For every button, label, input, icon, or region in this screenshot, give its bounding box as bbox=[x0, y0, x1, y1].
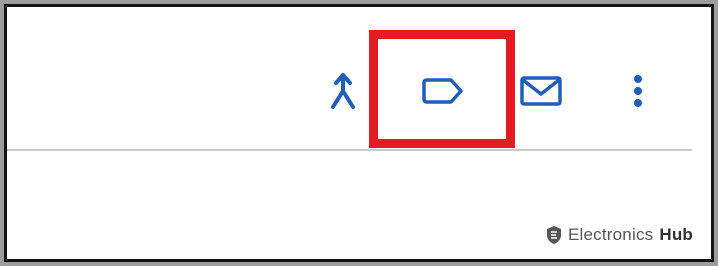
electronics-hub-logo-icon bbox=[547, 226, 561, 244]
toolbar bbox=[7, 7, 711, 149]
toolbar-panel: Electronics Hub bbox=[4, 4, 714, 262]
divider bbox=[7, 149, 692, 151]
watermark: Electronics Hub bbox=[546, 225, 693, 245]
watermark-brand: Electronics bbox=[568, 225, 654, 244]
more-options-button[interactable] bbox=[625, 71, 651, 111]
mail-button[interactable] bbox=[517, 71, 565, 111]
more-vertical-icon bbox=[634, 75, 642, 107]
label-tag-icon bbox=[422, 78, 463, 104]
label-button[interactable] bbox=[415, 73, 471, 109]
watermark-suffix: Hub bbox=[659, 225, 693, 244]
call-merge-icon bbox=[331, 73, 355, 109]
mail-envelope-icon bbox=[520, 76, 562, 106]
merge-button[interactable] bbox=[323, 69, 363, 113]
screenshot-frame: Electronics Hub bbox=[0, 0, 718, 266]
